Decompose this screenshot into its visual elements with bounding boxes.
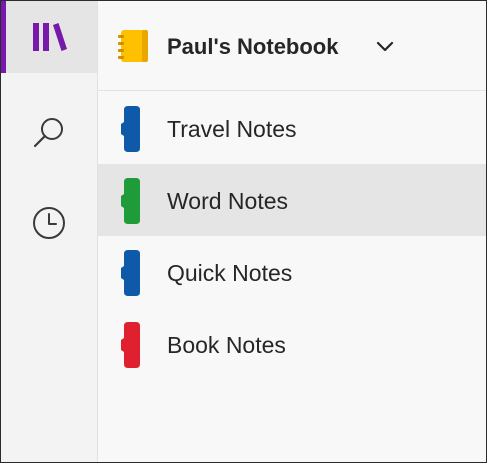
notebook-icon bbox=[118, 30, 148, 62]
section-item-word-notes[interactable]: Word Notes bbox=[98, 164, 486, 236]
onenote-navigation-pane: Paul's Notebook Travel Notes Word Notes … bbox=[0, 0, 487, 463]
section-tab-icon bbox=[121, 322, 140, 368]
section-label: Quick Notes bbox=[167, 260, 293, 286]
notebooks-button[interactable] bbox=[1, 1, 97, 73]
search-icon bbox=[33, 118, 63, 148]
notebook-switcher[interactable]: Paul's Notebook bbox=[98, 1, 486, 91]
section-tab-icon bbox=[121, 178, 140, 224]
library-icon bbox=[33, 23, 67, 51]
clock-icon bbox=[33, 207, 65, 239]
section-item-book-notes[interactable]: Book Notes bbox=[98, 308, 486, 380]
section-list: Travel Notes Word Notes Quick Notes Book… bbox=[98, 92, 486, 380]
chevron-down-icon bbox=[376, 41, 394, 52]
section-item-travel-notes[interactable]: Travel Notes bbox=[98, 92, 486, 164]
section-tab-icon bbox=[121, 106, 140, 152]
section-label: Word Notes bbox=[167, 188, 289, 214]
section-label: Book Notes bbox=[167, 332, 286, 358]
recent-button[interactable] bbox=[1, 187, 97, 259]
section-tab-icon bbox=[121, 250, 140, 296]
search-button[interactable] bbox=[1, 97, 97, 169]
section-item-quick-notes[interactable]: Quick Notes bbox=[98, 236, 486, 308]
section-label: Travel Notes bbox=[167, 116, 297, 142]
nav-rail bbox=[1, 1, 98, 462]
notebook-title: Paul's Notebook bbox=[167, 34, 339, 59]
